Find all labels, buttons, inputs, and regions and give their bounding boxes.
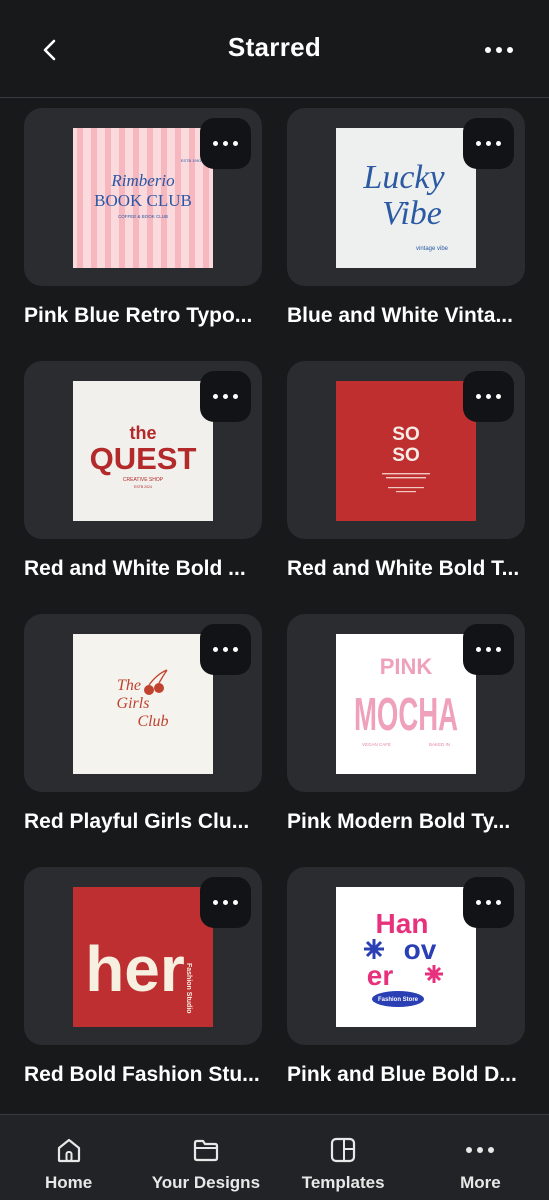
nav-label: Your Designs xyxy=(151,1173,261,1192)
card-more-button[interactable] xyxy=(200,877,251,928)
design-card[interactable]: the QUEST CREATIVE SHOP ESTB 2024 Red an… xyxy=(24,361,262,580)
more-dots-icon xyxy=(213,394,238,399)
thumb-line2: QUEST xyxy=(90,441,197,476)
design-card[interactable]: PINK MOCHA VEGAN CAFE BAKED IN Pink Mode… xyxy=(287,614,525,833)
design-thumbnail: Lucky Vibe vintage vibe xyxy=(336,128,476,268)
thumb-line2: MOCHA xyxy=(354,688,458,740)
design-thumbnail: SO SO xyxy=(336,381,476,521)
nav-label: Home xyxy=(45,1173,93,1192)
home-icon xyxy=(54,1135,84,1165)
card-background: the QUEST CREATIVE SHOP ESTB 2024 xyxy=(24,361,262,539)
page-title: Starred xyxy=(227,32,322,62)
more-dots-icon xyxy=(476,647,501,652)
card-background: Lucky Vibe vintage vibe xyxy=(287,108,525,286)
design-thumbnail: Rimberio BOOK CLUB ESTB 1991 COFFEE & BO… xyxy=(73,128,213,268)
more-dots-icon xyxy=(213,900,238,905)
thumb-sub: vintage vibe xyxy=(416,246,449,252)
design-title: Red Bold Fashion Stu... xyxy=(24,1063,260,1086)
card-more-button[interactable] xyxy=(200,624,251,675)
card-more-button[interactable] xyxy=(463,371,514,422)
thumb-line3: er xyxy=(367,960,394,991)
thumb-sub: Fashion Studio xyxy=(185,963,192,1014)
thumb-line2: Vibe xyxy=(382,195,442,232)
thumb-line1: The xyxy=(117,677,141,694)
thumb-line1: her xyxy=(85,933,185,1005)
thumb-line2: Girls xyxy=(117,695,150,712)
thumb-line2: ov xyxy=(404,934,437,965)
header-more-button[interactable] xyxy=(473,28,525,72)
nav-more[interactable]: More xyxy=(412,1115,549,1200)
more-dots-icon xyxy=(213,647,238,652)
more-dots-icon xyxy=(476,900,501,905)
card-background: Rimberio BOOK CLUB ESTB 1991 COFFEE & BO… xyxy=(24,108,262,286)
thumb-sub: CREATIVE SHOP xyxy=(123,477,164,483)
design-title: Blue and White Vinta... xyxy=(287,304,513,327)
card-background: The Girls Club xyxy=(24,614,262,792)
design-title: Pink Modern Bold Ty... xyxy=(287,810,511,833)
templates-icon xyxy=(328,1135,358,1165)
design-title: Pink Blue Retro Typo... xyxy=(24,304,253,327)
thumb-tag: ESTB 1991 xyxy=(181,158,202,163)
thumb-left: VEGAN CAFE xyxy=(362,742,391,747)
card-more-button[interactable] xyxy=(200,118,251,169)
nav-label: More xyxy=(460,1173,501,1192)
design-title: Red and White Bold ... xyxy=(24,557,246,580)
asterisk-icon xyxy=(364,939,384,959)
card-more-button[interactable] xyxy=(463,624,514,675)
thumb-sub: COFFEE & BOOK CLUB xyxy=(118,214,168,219)
card-more-button[interactable] xyxy=(463,118,514,169)
design-title: Red and White Bold T... xyxy=(287,557,520,580)
nav-your-designs[interactable]: Your Designs xyxy=(137,1115,274,1200)
design-card[interactable]: Han ov er Fashion Store Pink and Blue Bo… xyxy=(287,867,525,1086)
card-background: her Fashion Studio xyxy=(24,867,262,1045)
design-title: Red Playful Girls Clu... xyxy=(24,810,250,833)
thumb-line1: the xyxy=(130,423,157,443)
thumb-line2: SO xyxy=(392,445,419,466)
nav-home[interactable]: Home xyxy=(0,1115,137,1200)
design-card[interactable]: her Fashion Studio Red Bold Fashion Stu.… xyxy=(24,867,262,1086)
card-more-button[interactable] xyxy=(200,371,251,422)
nav-templates[interactable]: Templates xyxy=(275,1115,412,1200)
more-dots-icon xyxy=(476,394,501,399)
card-background: SO SO xyxy=(287,361,525,539)
design-title: Pink and Blue Bold D... xyxy=(287,1063,517,1086)
design-card[interactable]: SO SO Red and White Bold T... xyxy=(287,361,525,580)
top-bar: Starred xyxy=(0,0,549,98)
design-thumbnail: The Girls Club xyxy=(73,634,213,774)
design-card[interactable]: Lucky Vibe vintage vibe Blue and White V… xyxy=(287,108,525,327)
nav-label: Templates xyxy=(301,1173,385,1192)
thumb-line2: BOOK CLUB xyxy=(94,191,192,210)
thumb-tag: ESTB 2024 xyxy=(134,485,152,489)
design-thumbnail: the QUEST CREATIVE SHOP ESTB 2024 xyxy=(73,381,213,521)
starred-grid: Rimberio BOOK CLUB ESTB 1991 COFFEE & BO… xyxy=(0,98,549,1114)
design-thumbnail: PINK MOCHA VEGAN CAFE BAKED IN xyxy=(336,634,476,774)
thumb-right: BAKED IN xyxy=(429,742,450,747)
more-dots-icon xyxy=(476,141,501,146)
more-dots-icon xyxy=(485,47,513,53)
bottom-navigation: Home Your Designs Templates More xyxy=(0,1114,549,1200)
thumb-line1: Rimberio xyxy=(110,171,174,190)
design-thumbnail: her Fashion Studio xyxy=(73,887,213,1027)
thumb-line3: Club xyxy=(137,713,168,730)
thumb-line1: SO xyxy=(392,424,419,445)
thumb-sub: Fashion Store xyxy=(378,997,419,1003)
design-card[interactable]: The Girls Club Red Playful Girls Clu... xyxy=(24,614,262,833)
card-more-button[interactable] xyxy=(463,877,514,928)
design-thumbnail: Han ov er Fashion Store xyxy=(336,887,476,1027)
thumb-line1: Lucky xyxy=(362,159,445,196)
design-card[interactable]: Rimberio BOOK CLUB ESTB 1991 COFFEE & BO… xyxy=(24,108,262,327)
card-background: Han ov er Fashion Store xyxy=(287,867,525,1045)
card-background: PINK MOCHA VEGAN CAFE BAKED IN xyxy=(287,614,525,792)
more-dots-icon xyxy=(213,141,238,146)
thumb-line1: PINK xyxy=(380,654,433,679)
more-icon xyxy=(465,1135,495,1165)
folder-icon xyxy=(191,1135,221,1165)
